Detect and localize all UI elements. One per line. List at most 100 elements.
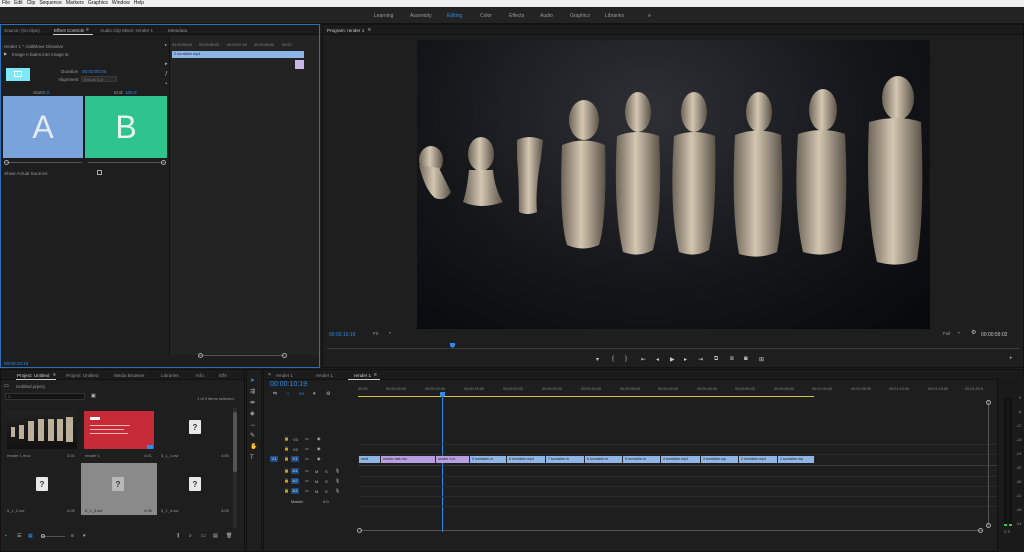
- transition-preview-thumbnail[interactable]: ▸: [6, 68, 30, 81]
- comparison-view-icon[interactable]: ⊞: [759, 356, 764, 363]
- mute-button[interactable]: M: [315, 479, 318, 484]
- tab-libraries[interactable]: Libraries: [161, 373, 179, 378]
- timeline-vertical-scrollbar[interactable]: [988, 400, 989, 528]
- list-view-icon[interactable]: ☰: [17, 533, 21, 539]
- program-timecode-current[interactable]: 00:00:10:19: [329, 332, 355, 338]
- ec-transition-marker[interactable]: [295, 60, 304, 69]
- linked-selection-icon[interactable]: ⧟: [299, 391, 304, 397]
- panel-menu-icon[interactable]: ≡: [86, 27, 89, 33]
- button-editor-add-icon[interactable]: +: [1009, 356, 1013, 362]
- tab-metadata[interactable]: Metadata: [168, 28, 187, 33]
- step-forward-icon[interactable]: ▸: [684, 356, 687, 363]
- timeline-clip[interactable]: render-tate.mo: [381, 456, 436, 463]
- workspace-learning[interactable]: Learning: [374, 13, 393, 19]
- track-label-a2[interactable]: A2: [291, 478, 299, 484]
- master-volume[interactable]: 0.0: [323, 499, 329, 504]
- slip-tool-icon[interactable]: ↔: [250, 422, 256, 428]
- mute-button[interactable]: M: [315, 469, 318, 474]
- menu-edit[interactable]: Edit: [14, 0, 23, 7]
- wrench-icon[interactable]: ⚙: [971, 330, 976, 336]
- eye-icon[interactable]: ◉: [317, 456, 321, 462]
- project-scrollbar[interactable]: [233, 408, 237, 528]
- play-transition-icon[interactable]: ▶: [4, 51, 7, 57]
- file-icon[interactable]: ?: [189, 477, 201, 491]
- ec-arrow-icon[interactable]: ▸: [165, 61, 168, 67]
- new-bin-bottom-icon[interactable]: ▭: [201, 533, 206, 539]
- timeline-scroll-handle-left[interactable]: [357, 528, 362, 533]
- project-item-thumbnail[interactable]: [84, 411, 154, 449]
- workspace-color[interactable]: Color: [480, 13, 492, 19]
- start-value[interactable]: 0.0: [43, 90, 49, 95]
- workspace-more-icon[interactable]: »: [648, 13, 651, 19]
- timeline-vscroll-handle-bottom[interactable]: [986, 523, 991, 528]
- meter-solo-buttons[interactable]: S S: [1004, 530, 1010, 534]
- tab-project-untitled-1[interactable]: Project: Untitled: [17, 373, 49, 378]
- extract-icon[interactable]: ⧈: [730, 356, 734, 363]
- new-item-icon[interactable]: ▤: [213, 533, 218, 539]
- track-label-v1[interactable]: V1: [291, 456, 299, 462]
- icon-view-icon[interactable]: ▦: [28, 533, 33, 539]
- program-time-ruler[interactable]: [327, 348, 1019, 349]
- automate-to-sequence-icon[interactable]: ⫼: [177, 533, 179, 539]
- timeline-scroll-handle-right[interactable]: [978, 528, 983, 533]
- razor-tool-icon[interactable]: ◈: [250, 411, 255, 417]
- selection-tool-icon[interactable]: ➤: [250, 378, 255, 384]
- track-label-a1[interactable]: A1: [291, 468, 299, 474]
- file-icon[interactable]: ?: [36, 477, 48, 491]
- tab-info[interactable]: Info: [196, 373, 204, 378]
- ec-timecode[interactable]: 00:00:10:19: [4, 361, 28, 366]
- sync-lock-icon[interactable]: ▭: [305, 488, 309, 494]
- type-tool-icon[interactable]: T: [250, 455, 254, 461]
- mark-in-icon[interactable]: {: [612, 356, 614, 362]
- end-slider-handle[interactable]: [161, 160, 166, 165]
- solo-button[interactable]: S: [325, 489, 328, 494]
- lock-track-icon[interactable]: 🔒: [284, 478, 289, 484]
- ec-scroll-handle-right[interactable]: [282, 353, 287, 358]
- pen-tool-icon[interactable]: ✎: [250, 433, 255, 439]
- lock-track-icon[interactable]: 🔒: [284, 468, 289, 474]
- ec-scrollbar[interactable]: [199, 355, 284, 356]
- timeline-clip[interactable]: render 1.m: [436, 456, 470, 463]
- mic-icon[interactable]: 🎙: [335, 478, 340, 484]
- sync-lock-icon[interactable]: ▭: [305, 478, 309, 484]
- tab-sequence-2[interactable]: render 1: [316, 373, 333, 378]
- ec-mini-clip[interactable]: 2 turntable.mp4: [172, 51, 304, 58]
- hand-tool-icon[interactable]: ✋: [250, 444, 257, 450]
- new-bin-icon[interactable]: ▣: [91, 393, 96, 399]
- workspace-graphics[interactable]: Graphics: [570, 13, 590, 19]
- timeline-clip[interactable]: 8 turntable.mp4: [507, 456, 546, 463]
- tab-audio-clip-mixer[interactable]: Audio Clip Mixer: render 1: [100, 28, 153, 33]
- ec-scroll-handle-left[interactable]: [198, 353, 203, 358]
- solo-button[interactable]: S: [325, 479, 328, 484]
- lift-icon[interactable]: ⧉: [714, 356, 718, 363]
- timeline-clip[interactable]: 2 turntable.mp4: [739, 456, 778, 463]
- timeline-clip[interactable]: 4 turntable.mp4: [661, 456, 701, 463]
- timeline-clip[interactable]: 1 turntable.mp: [778, 456, 815, 463]
- quality-dropdown[interactable]: Full ▾: [943, 331, 967, 337]
- tab-sequence-1[interactable]: render 1: [276, 373, 293, 378]
- timeline-clip[interactable]: rend: [359, 456, 381, 463]
- lock-track-icon[interactable]: 🔒: [284, 446, 289, 452]
- timeline-close-icon[interactable]: ×: [268, 372, 271, 378]
- timeline-clip[interactable]: 3 turntable.mp: [701, 456, 739, 463]
- tab-source[interactable]: Source: (no clips): [4, 28, 40, 33]
- tab-effect-controls[interactable]: Effect Controls: [54, 28, 84, 33]
- timeline-ruler[interactable]: 00:00 00:00:05:00 00:00:10:00 00:00:15:0…: [358, 384, 990, 398]
- timeline-clip[interactable]: 5 turntable.m: [623, 456, 661, 463]
- project-scrollbar-thumb[interactable]: [233, 412, 237, 472]
- menu-clip[interactable]: Clip: [27, 0, 36, 7]
- timeline-clip[interactable]: 6 turntable.m: [585, 456, 623, 463]
- lock-icon[interactable]: ▪: [5, 533, 7, 539]
- tab-sequence-3[interactable]: render 1: [354, 373, 371, 378]
- timeline-clip[interactable]: 7 turntable.m: [546, 456, 585, 463]
- timeline-menu-icon[interactable]: ≡: [374, 372, 377, 378]
- go-to-out-icon[interactable]: ⇥: [698, 356, 703, 363]
- add-marker-timeline-icon[interactable]: ▾: [313, 391, 316, 397]
- step-back-icon[interactable]: ◂: [656, 356, 659, 363]
- mic-icon[interactable]: 🎙: [335, 468, 340, 474]
- sync-lock-icon[interactable]: ▭: [305, 436, 309, 442]
- fit-dropdown[interactable]: Fit ▾: [371, 331, 395, 337]
- file-icon[interactable]: ?: [189, 420, 201, 434]
- work-area-bar[interactable]: [358, 396, 814, 397]
- project-search-input[interactable]: ⌕: [5, 393, 85, 400]
